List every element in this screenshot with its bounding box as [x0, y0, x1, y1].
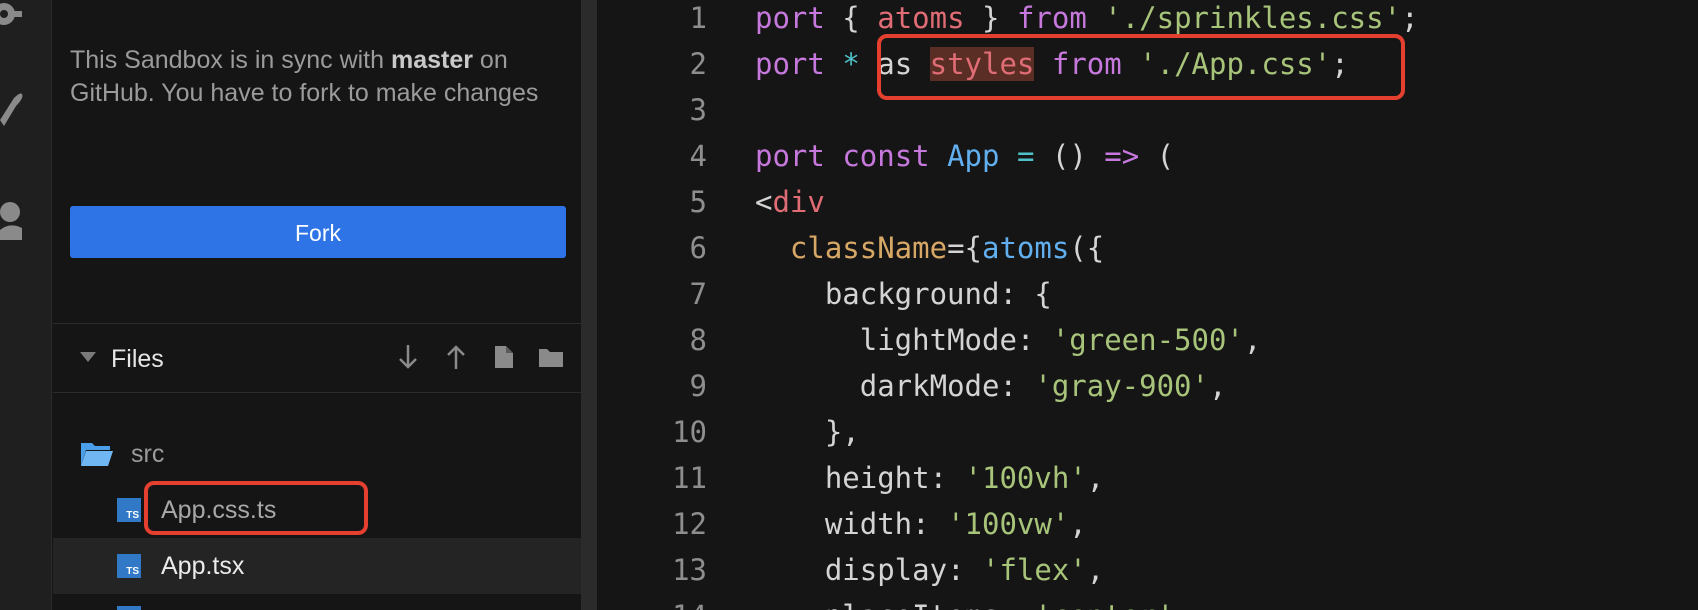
line-number: 1: [689, 1, 707, 35]
activity-bar: [0, 0, 52, 610]
files-panel-header[interactable]: Files: [53, 324, 581, 392]
code-line: display: 'flex',: [824, 553, 1105, 587]
line-number: 5: [689, 185, 707, 219]
code-line: darkMode: 'gray-900',: [859, 369, 1227, 403]
typescript-file-icon: TS: [117, 498, 141, 522]
files-title: Files: [111, 345, 164, 373]
line-number: 14: [597, 593, 707, 610]
gear-icon[interactable]: [0, 0, 24, 40]
line-number: 10: [672, 415, 707, 449]
chevron-down-icon[interactable]: [79, 350, 97, 369]
new-file-icon[interactable]: [491, 342, 517, 372]
file-row-app-tsx[interactable]: TS App.tsx: [53, 538, 581, 594]
code-line: lightMode: 'green-500',: [859, 323, 1262, 357]
typescript-file-icon: TS: [117, 554, 141, 578]
code-line: <div: [755, 185, 825, 219]
line-number: 2: [689, 47, 707, 81]
code-line: },: [824, 415, 860, 449]
line-number: 8: [689, 323, 707, 357]
sidebar: This Sandbox is in sync with master on G…: [53, 0, 581, 610]
code-editor[interactable]: 1 2 3 4 5 6 7 8 9 10 11 12 13 14 port { …: [597, 0, 1698, 610]
users-icon[interactable]: [0, 196, 24, 240]
code-line: placeItems: 'center',: [755, 593, 1192, 610]
folder-row-src[interactable]: src: [53, 426, 581, 482]
line-number: 13: [672, 553, 707, 587]
line-number: 4: [689, 139, 707, 173]
file-row-partial[interactable]: [53, 594, 581, 610]
typescript-file-icon: [117, 606, 141, 610]
file-label: App.tsx: [161, 552, 245, 580]
code-line: height: '100vh',: [824, 461, 1105, 495]
line-number: 7: [689, 277, 707, 311]
download-icon[interactable]: [395, 342, 421, 372]
annotation-highlight-import: [877, 34, 1405, 100]
folder-label: src: [131, 440, 165, 468]
line-number: 6: [689, 231, 707, 265]
code-line: width: '100vw',: [824, 507, 1087, 541]
line-number: 9: [689, 369, 707, 403]
annotation-highlight-file: [144, 481, 368, 535]
code-line: className={atoms({: [789, 231, 1105, 265]
rocket-icon[interactable]: [0, 90, 24, 130]
line-number: 3: [689, 93, 707, 127]
line-number: 11: [672, 461, 707, 495]
panel-resize-handle[interactable]: [581, 0, 597, 610]
divider: [53, 392, 581, 393]
sync-message: This Sandbox is in sync with master on G…: [70, 46, 539, 107]
branch-name: master: [390, 46, 473, 74]
code-line: port const App = () => (: [755, 139, 1175, 173]
new-folder-icon[interactable]: [537, 342, 563, 372]
fork-button[interactable]: Fork: [70, 206, 566, 258]
code-content[interactable]: port { atoms } from './sprinkles.css'; p…: [755, 0, 1698, 610]
upload-icon[interactable]: [443, 342, 469, 372]
line-number: 12: [672, 507, 707, 541]
folder-open-icon: [80, 440, 114, 473]
code-line: background: {: [824, 277, 1052, 311]
